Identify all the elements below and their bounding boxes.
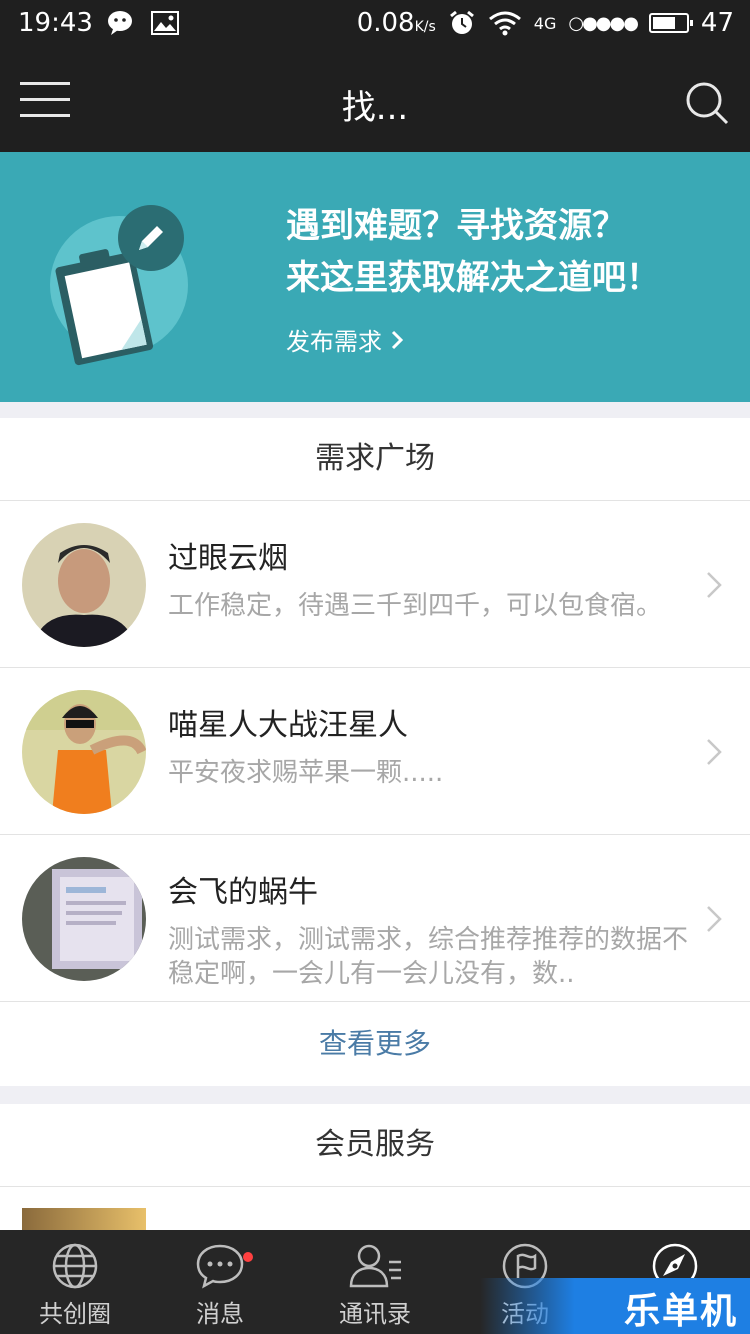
network-type: 4G: [533, 13, 557, 33]
chevron-right-icon: [707, 572, 722, 598]
member-service-card: 会员服务: [0, 1104, 750, 1230]
avatar: [22, 1208, 146, 1230]
item-name: 喵星人大战汪星人: [168, 708, 408, 743]
status-time: 19:43: [18, 8, 93, 38]
wechat-icon: [107, 10, 137, 36]
item-description: 测试需求，测试需求，综合推荐推荐的数据不稳定啊，一会儿有一会儿没有，数..: [168, 925, 689, 989]
app-header: 找...: [0, 52, 750, 152]
notification-dot: [243, 1252, 253, 1262]
chevron-right-icon: [707, 739, 722, 765]
contacts-icon: [347, 1242, 403, 1294]
list-item[interactable]: 喵星人大战汪星人 平安夜求赐苹果一颗.....: [0, 668, 750, 835]
section-title-member: 会员服务: [0, 1104, 750, 1187]
watermark-text: 乐单机: [623, 1291, 738, 1332]
battery-level: 47: [700, 8, 734, 38]
section-title-demand: 需求广场: [0, 418, 750, 501]
list-item[interactable]: 会飞的蜗牛 测试需求，测试需求，综合推荐推荐的数据不稳定啊，一会儿有一会儿没有，…: [0, 835, 750, 1002]
watermark: 乐单机: [480, 1278, 750, 1334]
battery-icon: [648, 13, 693, 33]
item-description: 平安夜求赐苹果一颗.....: [168, 758, 444, 788]
search-button[interactable]: [684, 80, 730, 126]
status-bar: 19:43 0.08K/s 4G ○●●●● 47: [0, 0, 750, 52]
item-description: 工作稳定，待遇三千到四千，可以包食宿。: [168, 591, 663, 621]
item-name: 会飞的蜗牛: [168, 875, 318, 910]
banner-headline: 遇到难题？寻找资源？ 来这里获取解决之道吧！: [286, 200, 660, 304]
list-item[interactable]: 过眼云烟 工作稳定，待遇三千到四千，可以包食宿。: [0, 501, 750, 668]
demand-square-card: 需求广场 过眼云烟 工作稳定，待遇三千到四千，可以包食宿。 喵星人大战汪星人 平…: [0, 418, 750, 1086]
page-title: 找...: [341, 88, 409, 128]
wifi-icon: [488, 9, 522, 37]
tab-messages[interactable]: 消息: [145, 1230, 295, 1334]
image-icon: [150, 11, 179, 35]
signal-icon: ○●●●●: [568, 12, 639, 34]
net-speed: 0.08K/s: [356, 8, 436, 38]
search-icon: [686, 82, 729, 125]
tab-contacts[interactable]: 通讯录: [300, 1230, 450, 1334]
chevron-right-icon: [391, 330, 404, 349]
publish-demand-link[interactable]: 发布需求: [286, 322, 404, 357]
tab-label: 消息: [196, 1300, 244, 1328]
tab-circle[interactable]: 共创圈: [0, 1230, 150, 1334]
chat-bubble-icon: [195, 1242, 245, 1294]
avatar: [22, 690, 146, 814]
publish-demand-label: 发布需求: [286, 328, 382, 356]
banner-line1: 遇到难题？寻找资源？: [286, 206, 626, 246]
avatar: [22, 523, 146, 647]
avatar: [22, 857, 146, 981]
alarm-icon: [448, 9, 476, 37]
tab-label: 共创圈: [39, 1300, 111, 1328]
tab-label: 通讯录: [339, 1300, 411, 1328]
banner-line2: 来这里获取解决之道吧！: [286, 258, 660, 298]
chevron-right-icon: [707, 906, 722, 932]
globe-icon: [51, 1242, 99, 1294]
view-more-button[interactable]: 查看更多: [0, 1002, 750, 1086]
item-name: 过眼云烟: [168, 541, 288, 576]
